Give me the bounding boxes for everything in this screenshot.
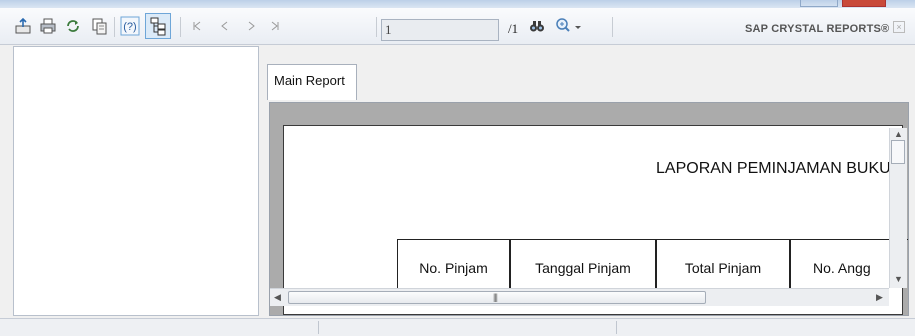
help-icon[interactable]: (?) bbox=[119, 15, 141, 37]
group-tree-panel[interactable] bbox=[13, 46, 259, 316]
window-minimize-button[interactable] bbox=[800, 0, 838, 7]
toolbar-separator bbox=[376, 17, 377, 37]
copy-icon[interactable] bbox=[88, 15, 110, 37]
status-bar-divider bbox=[616, 321, 617, 334]
close-panel-icon[interactable]: × bbox=[893, 21, 905, 33]
scroll-grip-icon: ||| bbox=[493, 292, 498, 302]
tab-main-report[interactable]: Main Report bbox=[267, 64, 357, 100]
column-header: Tanggal Pinjam bbox=[510, 239, 656, 289]
column-header: No. Pinjam bbox=[397, 239, 510, 289]
refresh-icon[interactable] bbox=[62, 15, 84, 37]
report-viewport[interactable]: LAPORAN PEMINJAMAN BUKU No. Pinjam Tangg… bbox=[269, 102, 909, 316]
status-bar bbox=[0, 318, 915, 336]
first-page-icon[interactable] bbox=[186, 15, 208, 37]
next-page-icon[interactable] bbox=[240, 15, 262, 37]
print-icon[interactable] bbox=[37, 15, 59, 37]
scroll-right-icon[interactable]: ▶ bbox=[876, 292, 883, 303]
total-pages-label: /1 bbox=[508, 21, 519, 36]
toolbar-separator bbox=[114, 17, 115, 37]
toolbar-separator bbox=[612, 17, 613, 37]
vertical-scroll-thumb[interactable] bbox=[891, 140, 905, 164]
toolbar-separator bbox=[180, 17, 181, 37]
scroll-up-icon[interactable]: ▲ bbox=[894, 129, 903, 139]
current-page-input[interactable]: 1 bbox=[381, 19, 499, 41]
window-close-button[interactable] bbox=[842, 0, 886, 7]
report-tab-strip: Main Report bbox=[267, 64, 909, 102]
scroll-left-icon[interactable]: ◀ bbox=[274, 292, 281, 303]
vertical-scrollbar[interactable]: ▲ ▼ bbox=[889, 128, 907, 288]
previous-page-icon[interactable] bbox=[214, 15, 236, 37]
scroll-down-icon[interactable]: ▼ bbox=[894, 274, 903, 284]
report-title: LAPORAN PEMINJAMAN BUKU bbox=[656, 160, 891, 177]
zoom-icon[interactable] bbox=[554, 15, 584, 37]
crystal-toolbar: (?) 1 /1 SAP CRYSTAL REPORTS® × bbox=[0, 8, 915, 45]
report-page: LAPORAN PEMINJAMAN BUKU No. Pinjam Tangg… bbox=[283, 125, 908, 315]
column-header: Total Pinjam bbox=[656, 239, 790, 289]
brand-label: SAP CRYSTAL REPORTS® bbox=[745, 23, 890, 35]
group-tree-icon[interactable] bbox=[145, 13, 171, 39]
svg-text:(?): (?) bbox=[123, 21, 136, 33]
horizontal-scroll-thumb[interactable]: ||| bbox=[288, 291, 706, 304]
last-page-icon[interactable] bbox=[264, 15, 286, 37]
horizontal-scrollbar[interactable]: ◀ ||| ▶ bbox=[270, 288, 889, 306]
window-top-strip bbox=[0, 0, 915, 8]
export-icon[interactable] bbox=[12, 15, 34, 37]
status-bar-divider bbox=[318, 321, 319, 334]
find-icon[interactable] bbox=[526, 15, 548, 37]
